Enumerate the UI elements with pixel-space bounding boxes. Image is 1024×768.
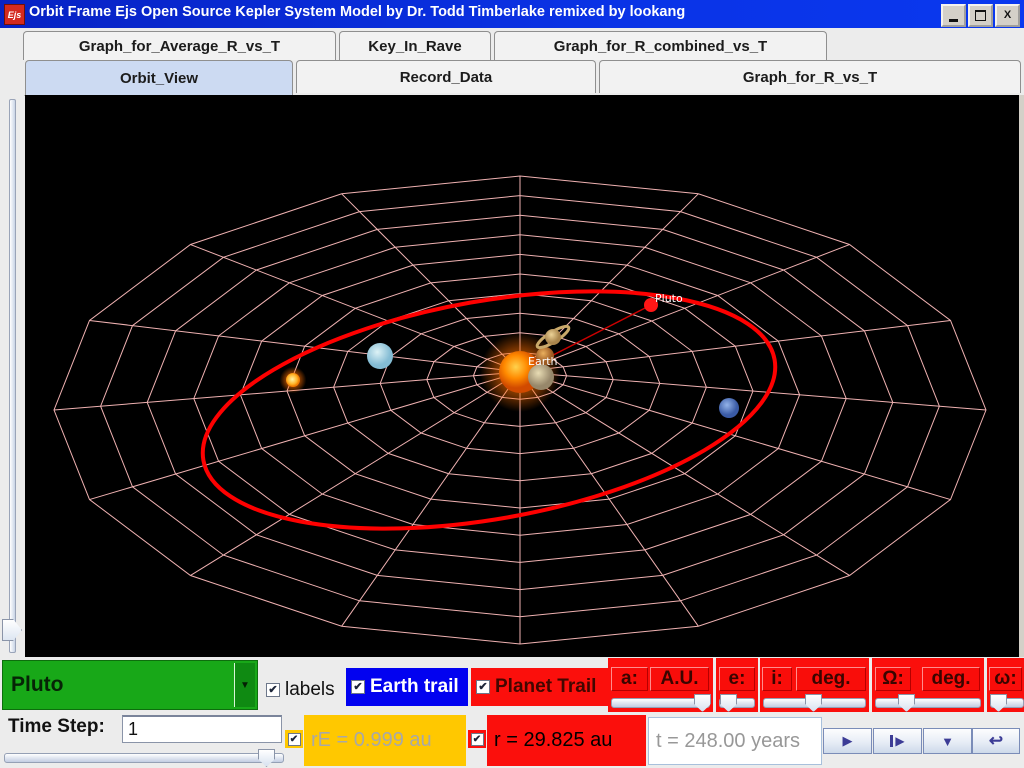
earth-trail-label: Earth trail: [370, 676, 459, 697]
saturn: [535, 324, 571, 350]
labels-checkbox-group[interactable]: ✔ labels: [266, 679, 335, 701]
orange-glow-body: [279, 366, 307, 394]
play-icon: ▶: [842, 733, 853, 748]
param-panel-a: a: A.U.: [608, 658, 713, 712]
param-i-label: i:: [762, 667, 792, 691]
param-omega-cap-slider-thumb[interactable]: [898, 694, 915, 712]
planet-trail-label: Planet Trail: [495, 676, 597, 697]
param-panel-omega-cap: Ω: deg.: [872, 658, 984, 712]
view-zoom-slider-track[interactable]: [9, 99, 16, 653]
planet-r-readout: r = 29.825 au: [487, 715, 646, 766]
time-step-slider-thumb[interactable]: [258, 749, 275, 767]
step-icon: [890, 735, 894, 747]
reset-icon: ↩: [988, 731, 1004, 750]
planet-dropdown-value: Pluto: [11, 673, 64, 696]
planet-r-checkbox[interactable]: ✔: [470, 732, 484, 746]
minimize-icon: [949, 18, 958, 22]
labels-checkbox-label: labels: [285, 679, 335, 700]
time-step-input[interactable]: [122, 715, 282, 743]
param-i-slider-thumb[interactable]: [805, 694, 822, 712]
uranus: [367, 343, 393, 369]
param-omega-label: ω:: [989, 667, 1022, 691]
title-bar[interactable]: Ejs Orbit Frame Ejs Open Source Kepler S…: [0, 0, 1024, 28]
param-i-unit: deg.: [796, 667, 866, 691]
planet-trail-checkbox[interactable]: ✔: [476, 680, 490, 694]
tab-record-data[interactable]: Record_Data: [296, 60, 596, 93]
param-e-label: e:: [719, 667, 755, 691]
param-panel-omega: ω:: [987, 658, 1024, 712]
step-button[interactable]: ▶: [873, 728, 922, 754]
param-panel-i: i: deg.: [760, 658, 869, 712]
view-zoom-slider[interactable]: [0, 95, 24, 657]
param-omega-cap-slider-track[interactable]: [875, 698, 981, 708]
earth-r-readout: rE = 0.999 au: [304, 715, 466, 766]
planet-trail-toggle[interactable]: ✔ Planet Trail: [471, 668, 610, 706]
orbit-scene[interactable]: Earth Pluto: [25, 95, 1019, 657]
param-omega-cap-label: Ω:: [875, 667, 911, 691]
restore-icon: [975, 10, 986, 21]
param-omega-cap-unit: deg.: [922, 667, 980, 691]
body-label-pluto: Pluto: [655, 292, 683, 305]
planet-dropdown[interactable]: Pluto ▼: [2, 660, 258, 710]
param-e-slider-thumb[interactable]: [720, 694, 737, 712]
earth-trail-checkbox[interactable]: ✔: [351, 680, 365, 694]
tab-graph-for-r-vs-t[interactable]: Graph_for_R_vs_T: [599, 60, 1021, 93]
ejs-app-icon: Ejs: [4, 4, 25, 25]
time-readout: t = 248.00 years: [648, 717, 822, 765]
earth-r-checkbox[interactable]: ✔: [287, 732, 301, 746]
restore-button[interactable]: [968, 4, 993, 27]
param-a-slider-thumb[interactable]: [694, 694, 711, 712]
time-step-slider-track[interactable]: [4, 753, 284, 763]
close-icon: X: [1003, 9, 1012, 21]
param-panel-e: e:: [716, 658, 758, 712]
time-step-label: Time Step:: [8, 716, 105, 737]
control-panel: Pluto ▼ ✔ labels ✔ Earth trail ✔ Planet …: [0, 657, 1024, 768]
tab-orbit-view[interactable]: Orbit_View: [25, 60, 293, 95]
param-a-unit: A.U.: [650, 667, 709, 691]
planet-r-checkbox-bg: ✔: [468, 730, 486, 748]
view-zoom-slider-thumb[interactable]: [2, 619, 22, 641]
body-label-earth: Earth: [528, 355, 558, 368]
chevron-down-icon[interactable]: ▼: [234, 663, 255, 707]
neptune: [719, 398, 739, 418]
chevron-down-icon: ▼: [941, 733, 954, 749]
earth-trail-toggle[interactable]: ✔ Earth trail: [346, 668, 468, 706]
orbit-3d-canvas[interactable]: Earth Pluto: [25, 95, 1019, 657]
reset-button[interactable]: ↩: [972, 728, 1020, 754]
window-title: Orbit Frame Ejs Open Source Kepler Syste…: [29, 4, 686, 20]
tab-graph-for-average-r-vs-t[interactable]: Graph_for_Average_R_vs_T: [23, 31, 336, 60]
minimize-button[interactable]: [941, 4, 966, 27]
expand-button[interactable]: ▼: [923, 728, 972, 754]
tab-key-in-rave[interactable]: Key_In_Rave: [339, 31, 491, 60]
labels-checkbox[interactable]: ✔: [266, 683, 280, 697]
play-button[interactable]: ▶: [823, 728, 872, 754]
param-a-label: a:: [611, 667, 648, 691]
earth-r-checkbox-bg: ✔: [285, 730, 303, 748]
planet-trail-ellipse: [200, 289, 778, 531]
param-omega-slider-thumb[interactable]: [990, 694, 1007, 712]
close-button[interactable]: X: [995, 4, 1020, 27]
application-window: Ejs Orbit Frame Ejs Open Source Kepler S…: [0, 0, 1024, 768]
tab-graph-for-r-combined-vs-t[interactable]: Graph_for_R_combined_vs_T: [494, 31, 827, 60]
